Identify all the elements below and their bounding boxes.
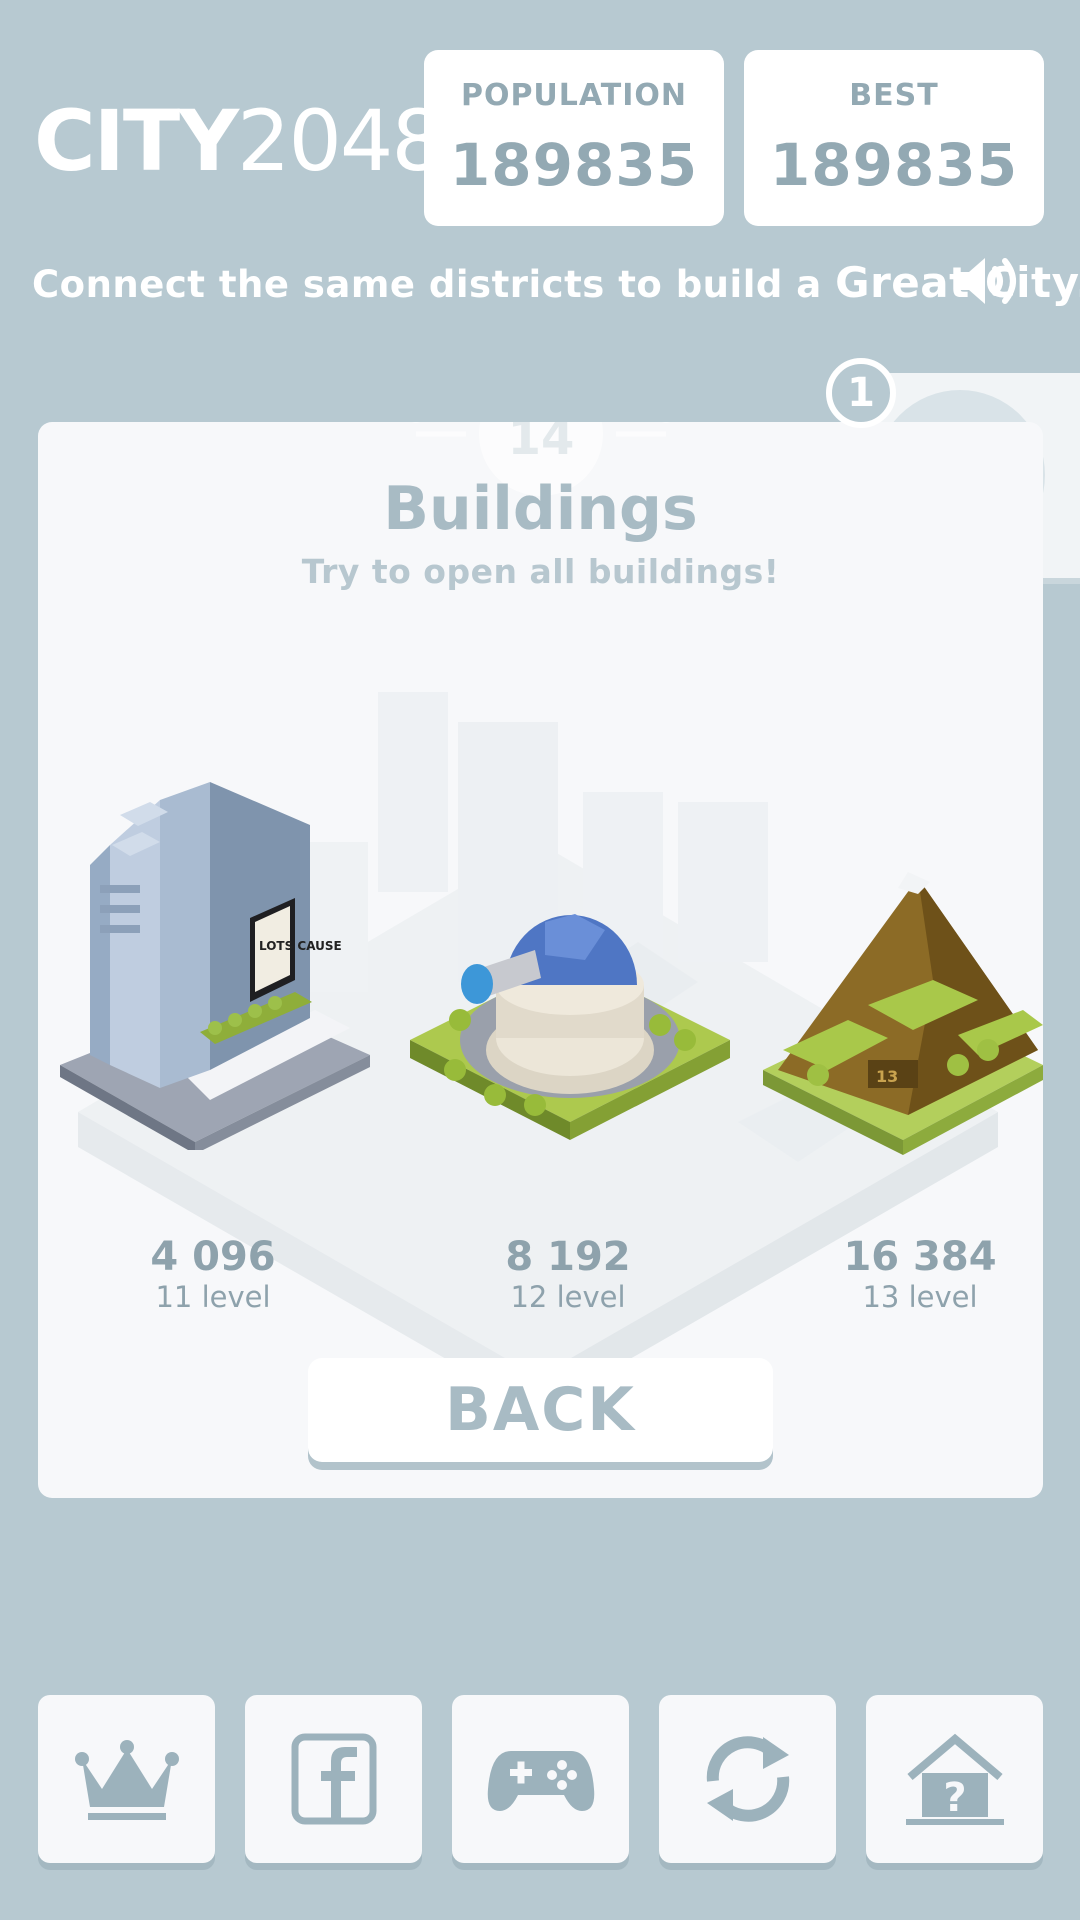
facebook-icon — [291, 1733, 376, 1825]
help-button[interactable]: ? — [866, 1695, 1043, 1863]
building-caption-2: 8 192 12 level — [438, 1234, 698, 1314]
home-help-icon: ? — [905, 1733, 1004, 1825]
dialog-title: Buildings — [383, 474, 698, 544]
population-box: POPULATION 189835 — [424, 50, 724, 226]
tagline-text: Connect the same districts to build a — [32, 263, 836, 306]
best-value: 189835 — [769, 131, 1019, 199]
more-games-button[interactable] — [452, 1695, 629, 1863]
back-button[interactable]: BACK — [308, 1358, 773, 1462]
leaderboard-button[interactable] — [38, 1695, 215, 1863]
refresh-icon — [706, 1736, 789, 1822]
game-logo: CITY2048 — [34, 92, 445, 190]
billboard-text: LOTS CAUSE — [259, 939, 342, 953]
emblem-number: 14 — [508, 422, 575, 466]
building-score: 4 096 — [150, 1234, 276, 1280]
population-value: 189835 — [449, 131, 699, 199]
sound-toggle-button[interactable] — [955, 255, 1025, 307]
mountain-number: 13 — [876, 1067, 898, 1086]
gamepad-icon — [487, 1751, 594, 1811]
restart-button[interactable] — [659, 1695, 836, 1863]
observatory-building-illustration — [410, 914, 730, 1140]
mountain-building-illustration: 13 — [763, 872, 1043, 1155]
population-label: POPULATION — [460, 78, 688, 113]
tagline: Connect the same districts to build a Gr… — [32, 258, 1080, 307]
skyscraper-building-illustration: LOTS CAUSE — [60, 782, 370, 1150]
facebook-button[interactable] — [245, 1695, 422, 1863]
building-score: 16 384 — [843, 1234, 997, 1280]
logo-number: 2048 — [237, 92, 445, 190]
building-caption-3: 16 384 13 level — [790, 1234, 1043, 1314]
building-caption-1: 4 096 11 level — [83, 1234, 343, 1314]
building-score: 8 192 — [505, 1234, 631, 1280]
speaker-icon — [957, 258, 1016, 304]
building-level: 12 level — [510, 1280, 626, 1314]
crown-icon — [74, 1740, 179, 1820]
best-box: BEST 189835 — [744, 50, 1044, 226]
dialog-subtitle: Try to open all buildings! — [301, 552, 780, 591]
svg-text:?: ? — [943, 1775, 966, 1821]
building-level: 11 level — [155, 1280, 271, 1314]
building-level: 13 level — [862, 1280, 978, 1314]
logo-word-city: CITY — [34, 92, 239, 190]
notification-badge: 1 — [826, 358, 896, 428]
best-label: BEST — [849, 78, 939, 113]
